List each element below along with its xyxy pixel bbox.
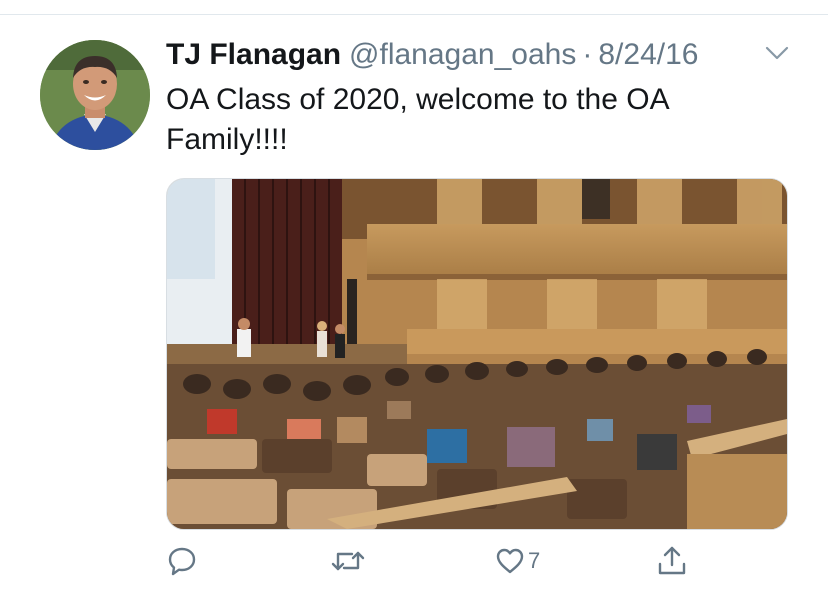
tweet-text: OA Class of 2020, welcome to the OA Fami… — [166, 83, 668, 156]
heart-icon — [494, 545, 526, 577]
tweet-actions: 7 — [0, 536, 828, 586]
share-button[interactable] — [656, 536, 688, 586]
author-name[interactable]: TJ Flanagan — [166, 38, 341, 72]
chevron-down-icon[interactable] — [764, 44, 790, 62]
tweet-date[interactable]: 8/24/16 — [598, 38, 698, 72]
avatar[interactable] — [40, 40, 150, 150]
header-separator: · — [582, 38, 593, 71]
reply-icon — [166, 545, 198, 577]
top-divider — [0, 14, 828, 15]
like-count: 7 — [528, 548, 541, 573]
author-handle[interactable]: @flanagan_oahs — [349, 38, 576, 72]
share-icon — [656, 544, 688, 578]
retweet-icon — [330, 545, 366, 577]
tweet-header: TJ Flanagan @flanagan_oahs · 8/24/16 — [166, 38, 698, 72]
reply-button[interactable] — [166, 536, 198, 586]
like-button[interactable]: 7 — [494, 536, 540, 586]
tweet-photo[interactable] — [166, 178, 788, 530]
retweet-button[interactable] — [330, 536, 366, 586]
